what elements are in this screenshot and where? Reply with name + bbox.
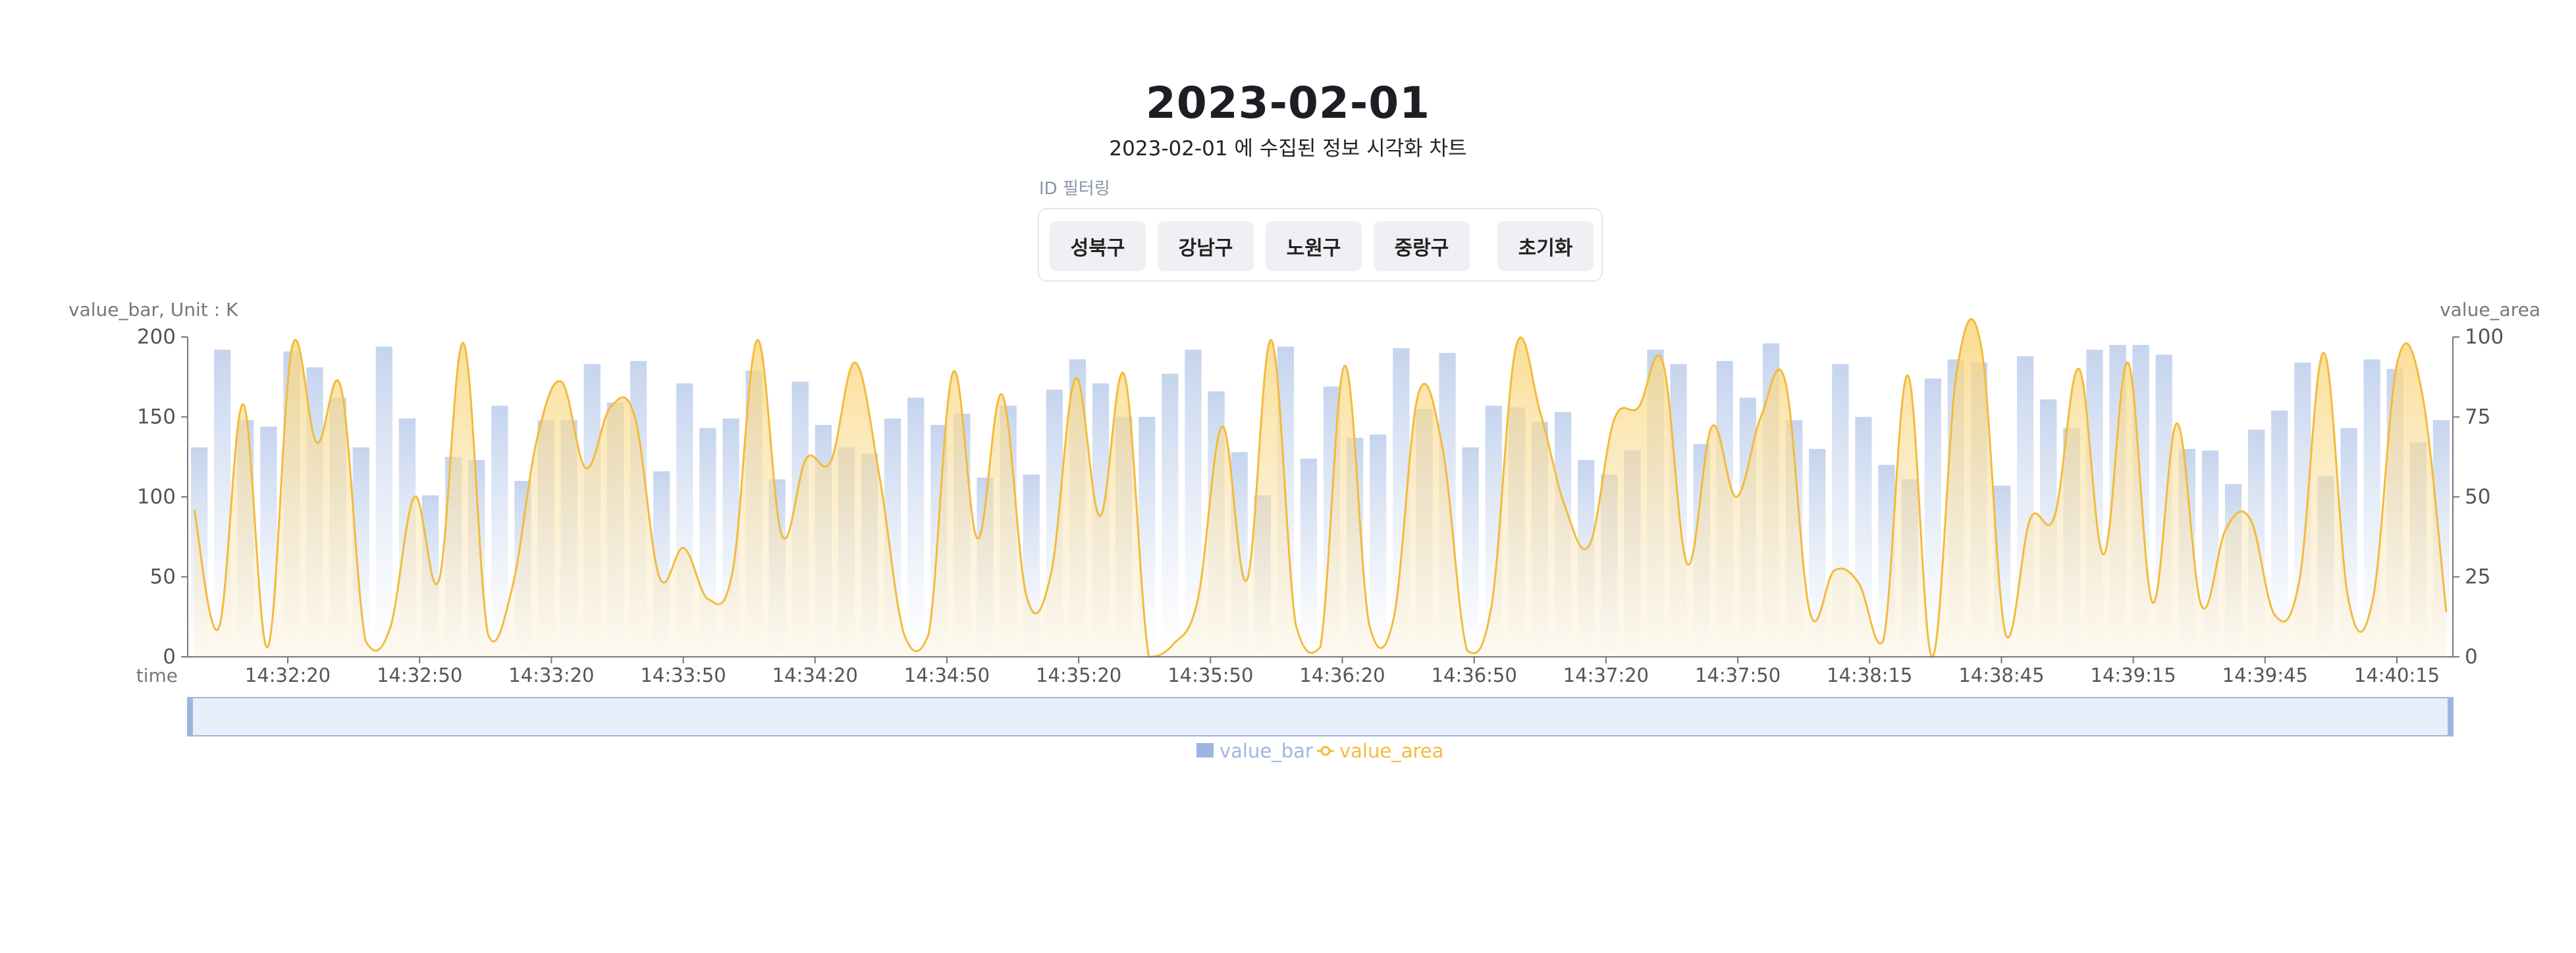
bar-mark [907,398,925,657]
y-tick-label-right: 50 [2465,485,2490,509]
y-tick-label-left: 100 [137,485,176,509]
zoom-slider-handle-right[interactable] [2448,698,2453,736]
bar-mark [1462,447,1479,657]
legend-area-label: value_area [1339,740,1443,762]
y-tick-label-left: 50 [150,565,176,589]
x-tick-label: 14:34:50 [904,664,990,686]
zoom-slider-handle-left[interactable] [188,698,193,736]
y-tick-label-left: 200 [137,325,176,349]
x-tick-label: 14:32:50 [377,664,462,686]
y-tick-label-right: 75 [2465,405,2490,429]
zoom-slider-layer [187,697,2454,736]
x-tick-label: 14:38:45 [1958,664,2044,686]
bar-mark [1162,373,1179,657]
x-tick-label: 14:32:20 [245,664,331,686]
x-tick-label: 14:40:15 [2354,664,2440,686]
x-tick-label: 14:37:20 [1563,664,1649,686]
x-axis-title: time [136,665,178,686]
x-tick-label: 14:36:50 [1432,664,1517,686]
zoom-slider-track[interactable] [187,697,2454,736]
x-tick-label: 14:34:20 [772,664,858,686]
combo-chart: 0501001502000255075100value_bar, Unit : … [68,299,2540,762]
y-tick-label-left: 150 [137,405,176,429]
x-tick-label: 14:35:20 [1036,664,1121,686]
x-tick-label: 14:35:50 [1167,664,1253,686]
x-tick-label: 14:37:50 [1695,664,1781,686]
legend-bar-swatch[interactable] [1196,743,1214,758]
x-tick-label: 14:33:20 [508,664,594,686]
area-series-layer [193,318,2448,658]
y-tick-label-right: 25 [2465,565,2490,589]
x-tick-label: 14:38:15 [1827,664,1912,686]
bar-mark [1370,434,1387,657]
bar-mark [375,346,392,657]
y-axis-left-title: value_bar, Unit : K [68,299,238,321]
y-tick-label-right: 100 [2465,325,2504,349]
x-tick-label: 14:39:45 [2222,664,2308,686]
x-tick-label: 14:36:20 [1299,664,1385,686]
legend-layer: value_bar value_area [1196,740,1443,762]
x-tick-label: 14:33:50 [640,664,726,686]
legend-area-swatch-dot[interactable] [1320,746,1331,756]
area-fill [194,319,2446,657]
y-tick-label-right: 0 [2465,645,2478,669]
y-axis-right-title: value_area [2440,299,2540,321]
x-tick-label: 14:39:15 [2091,664,2176,686]
legend-bar-label: value_bar [1220,740,1313,762]
bar-mark [1300,458,1318,657]
